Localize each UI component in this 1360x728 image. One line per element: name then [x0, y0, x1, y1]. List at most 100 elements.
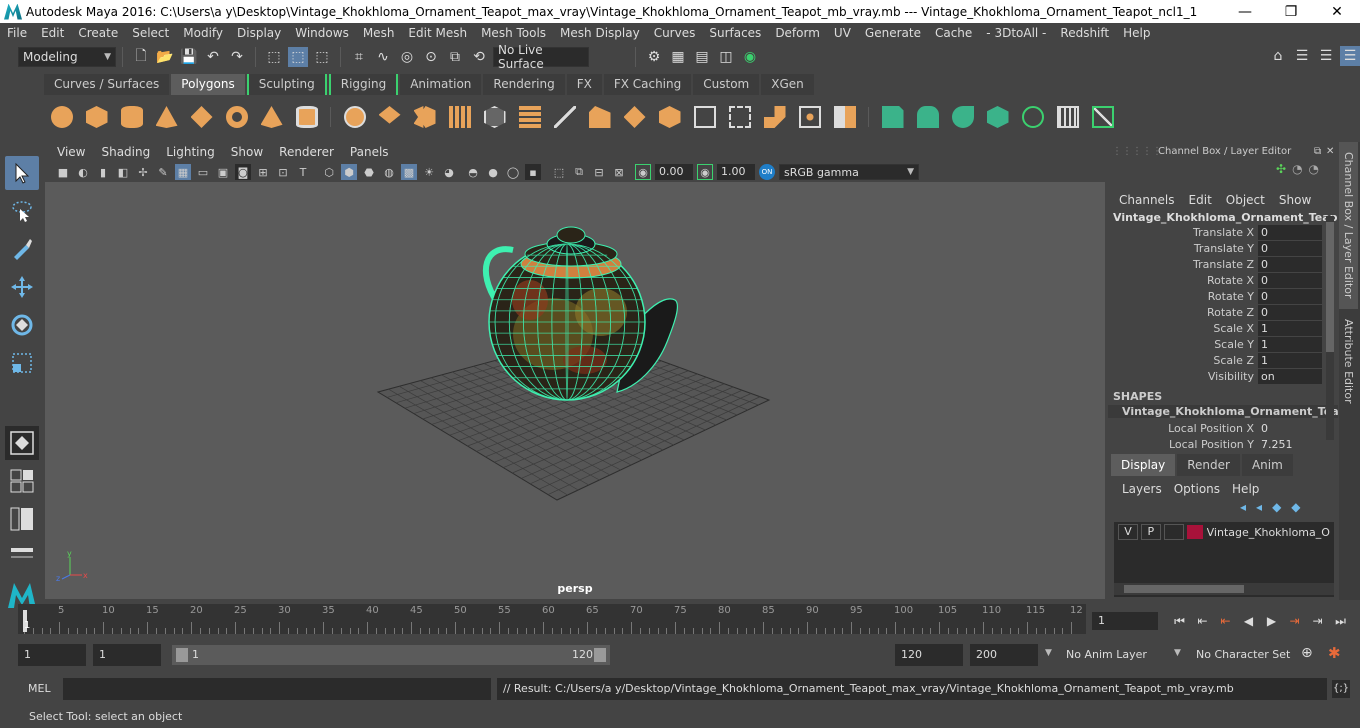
- close-panel-icon[interactable]: ✕: [1326, 146, 1334, 157]
- poly-cylinder-icon[interactable]: [118, 103, 146, 131]
- make-live-icon[interactable]: ⟲: [469, 47, 489, 67]
- attribute-value[interactable]: 0: [1258, 304, 1322, 320]
- uv-planar-icon[interactable]: [879, 103, 907, 131]
- xray-joints-icon[interactable]: ⊠: [611, 164, 627, 180]
- multisample-aa-icon[interactable]: ◯: [505, 164, 521, 180]
- panel-menu-renderer[interactable]: Renderer: [271, 145, 342, 159]
- select-tool-icon[interactable]: [5, 156, 39, 190]
- step-back-key-icon[interactable]: ⇤: [1214, 611, 1237, 631]
- attribute-row[interactable]: Scale Y 1: [1108, 336, 1338, 352]
- snap-surface-icon[interactable]: ⧉: [445, 47, 465, 67]
- animation-preferences-icon[interactable]: ✱: [1328, 644, 1341, 662]
- bevel-icon[interactable]: [586, 103, 614, 131]
- extrude-icon[interactable]: [481, 103, 509, 131]
- tab-channel-box-layer-editor[interactable]: Channel Box / Layer Editor: [1339, 142, 1358, 309]
- tab-rigging[interactable]: Rigging: [328, 74, 399, 95]
- move-layer-down-icon[interactable]: ◂: [1256, 500, 1262, 514]
- bounding-box-icon[interactable]: [726, 103, 754, 131]
- move-layer-up-icon[interactable]: ◂: [1240, 500, 1246, 514]
- panel-menu-show[interactable]: Show: [223, 145, 271, 159]
- tab-render[interactable]: Render: [1177, 454, 1240, 476]
- attribute-value[interactable]: 1: [1258, 352, 1322, 368]
- safe-action-icon[interactable]: ⊡: [275, 164, 291, 180]
- ipr-render-icon[interactable]: ▤: [692, 47, 712, 67]
- camera-attributes-icon[interactable]: ◐: [75, 164, 91, 180]
- uv-cylindrical-icon[interactable]: [914, 103, 942, 131]
- redo-icon[interactable]: ↷: [227, 47, 247, 67]
- attribute-value[interactable]: 1: [1258, 320, 1322, 336]
- options-menu[interactable]: Options: [1170, 482, 1224, 496]
- menu-help[interactable]: Help: [1116, 26, 1157, 40]
- animation-start-field[interactable]: 1: [18, 644, 86, 666]
- screen-space-ao-icon[interactable]: ◓: [465, 164, 481, 180]
- grease-pencil-icon[interactable]: ✎: [155, 164, 171, 180]
- attribute-row[interactable]: Visibility on: [1108, 368, 1338, 384]
- attribute-value[interactable]: 0: [1258, 272, 1322, 288]
- bookmarks-icon[interactable]: ▮: [95, 164, 111, 180]
- menu-curves[interactable]: Curves: [647, 26, 703, 40]
- tab-display[interactable]: Display: [1111, 454, 1176, 476]
- tab-animation[interactable]: Animation: [400, 74, 482, 95]
- auto-key-icon[interactable]: ⊕: [1301, 645, 1313, 661]
- selected-object-name[interactable]: Vintage_Khokhloma_Ornament_Teapo...: [1108, 211, 1338, 224]
- step-back-frame-icon[interactable]: ⇤: [1191, 611, 1214, 631]
- exposure-field[interactable]: 0.00: [655, 164, 693, 180]
- poly-pyramid-icon[interactable]: [258, 103, 286, 131]
- tab-sculpting[interactable]: Sculpting: [246, 74, 327, 95]
- undo-icon[interactable]: ↶: [203, 47, 223, 67]
- layer-row[interactable]: V P Vintage_Khokhloma_Orn: [1114, 522, 1334, 542]
- insert-edge-loop-icon[interactable]: [621, 103, 649, 131]
- script-editor-icon[interactable]: {;}: [1332, 680, 1350, 698]
- extract-icon[interactable]: [761, 103, 789, 131]
- grid-icon[interactable]: ▦: [175, 164, 191, 180]
- attribute-row[interactable]: Rotate X 0: [1108, 272, 1338, 288]
- attribute-row[interactable]: Local Position Y 7.251: [1108, 436, 1338, 452]
- select-camera-icon[interactable]: ■: [55, 164, 71, 180]
- go-to-start-icon[interactable]: ⏮: [1168, 611, 1191, 631]
- wireframe-on-shaded-icon[interactable]: ⬣: [361, 164, 377, 180]
- time-slider[interactable]: 5 10 15 20 25 30 35 40 45 50 55 60 65 70 75 80 85 90 95 100…: [18, 604, 1086, 634]
- shadows-icon[interactable]: ◕: [441, 164, 457, 180]
- go-to-end-icon[interactable]: ⏭: [1329, 611, 1352, 631]
- attribute-value[interactable]: 1: [1258, 336, 1322, 352]
- exposure-icon[interactable]: ◉: [635, 164, 651, 180]
- attribute-value[interactable]: on: [1258, 368, 1322, 384]
- tab-rendering[interactable]: Rendering: [483, 74, 565, 95]
- menu-surfaces[interactable]: Surfaces: [702, 26, 768, 40]
- layer-name[interactable]: Vintage_Khokhloma_Orn: [1207, 526, 1330, 539]
- gamma-field[interactable]: 1.00: [717, 164, 755, 180]
- center-pivot-icon[interactable]: [796, 103, 824, 131]
- panel-menu-panels[interactable]: Panels: [342, 145, 397, 159]
- menu-mesh-display[interactable]: Mesh Display: [553, 26, 647, 40]
- playback-start-field[interactable]: 1: [93, 644, 161, 666]
- step-forward-frame-icon[interactable]: ⇥: [1306, 611, 1329, 631]
- menu-3dtoall[interactable]: - 3DtoAll -: [979, 26, 1053, 40]
- menu-windows[interactable]: Windows: [288, 26, 356, 40]
- offset-edge-loop-icon[interactable]: [656, 103, 684, 131]
- range-end-handle[interactable]: [594, 648, 606, 662]
- shape-node-name[interactable]: Vintage_Khokhloma_Ornament_Tea...: [1108, 405, 1338, 418]
- single-perspective-layout-icon[interactable]: [5, 426, 39, 460]
- smooth-icon[interactable]: [446, 103, 474, 131]
- poly-plane-icon[interactable]: [188, 103, 216, 131]
- rotate-tool-icon[interactable]: [5, 308, 39, 342]
- layer-visibility-toggle[interactable]: V: [1118, 524, 1138, 540]
- attribute-value[interactable]: 7.251: [1258, 437, 1322, 452]
- poly-cone-icon[interactable]: [153, 103, 181, 131]
- tab-attribute-editor[interactable]: Attribute Editor: [1339, 309, 1358, 414]
- menu-edit-mesh[interactable]: Edit Mesh: [401, 26, 474, 40]
- layer-hscrollbar[interactable]: [1114, 583, 1334, 595]
- separate-icon[interactable]: [376, 103, 404, 131]
- channel-box-icon[interactable]: ☰: [1340, 46, 1360, 66]
- chevron-down-icon[interactable]: ▼: [1045, 648, 1052, 658]
- channels-menu[interactable]: Channels: [1112, 193, 1182, 207]
- smooth-shade-icon[interactable]: ⬢: [341, 164, 357, 180]
- open-scene-icon[interactable]: 📂: [155, 47, 175, 67]
- gate-mask-icon[interactable]: ◙: [235, 164, 251, 180]
- scale-tool-icon[interactable]: [5, 346, 39, 380]
- script-type-label[interactable]: MEL: [28, 682, 51, 695]
- menu-cache[interactable]: Cache: [928, 26, 979, 40]
- attribute-row[interactable]: Translate Y 0: [1108, 240, 1338, 256]
- snap-curve-icon[interactable]: ∿: [373, 47, 393, 67]
- menu-create[interactable]: Create: [71, 26, 125, 40]
